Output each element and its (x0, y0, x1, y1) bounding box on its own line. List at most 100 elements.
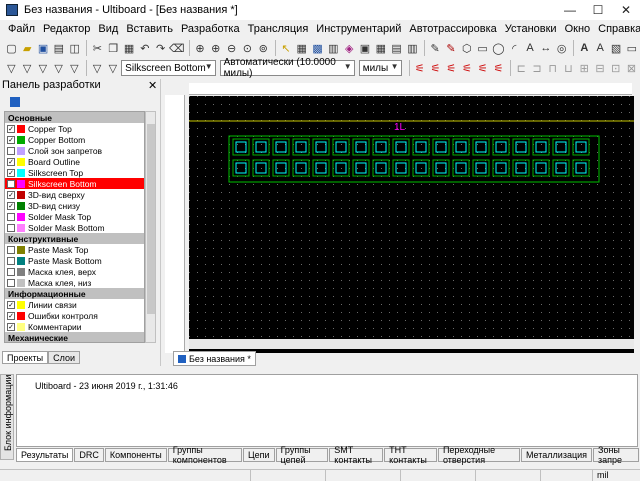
rectangle-icon[interactable]: ▭ (475, 40, 490, 56)
design-hscrollbar[interactable] (189, 339, 634, 349)
grid-select[interactable]: Автоматически (10.0000 милы) ▼ (219, 57, 355, 79)
spreadsheet-icon[interactable]: ▦ (294, 40, 309, 56)
menu-view[interactable]: Вид (94, 23, 122, 35)
dimension-icon[interactable]: ↔ (538, 40, 553, 56)
cut-icon[interactable]: ✂ (90, 40, 105, 56)
results-tab[interactable]: Цепи (242, 448, 275, 462)
layer-visibility-checkbox[interactable] (7, 278, 15, 287)
results-tab[interactable]: Зоны запре (593, 445, 640, 465)
layer-visibility-checkbox[interactable]: ✓ (7, 300, 15, 309)
results-tab[interactable]: SMT контакты (329, 445, 384, 465)
layer-visibility-checkbox[interactable]: ✓ (7, 201, 15, 210)
layer-row[interactable]: Paste Mask Top (5, 244, 144, 255)
paste-icon[interactable]: ▦ (122, 40, 137, 56)
menu-help[interactable]: Справка (594, 23, 640, 35)
copy-icon[interactable]: ❐ (106, 40, 121, 56)
optimize-icon[interactable]: ⚟ (491, 60, 506, 76)
layer-view-icon[interactable]: ▥ (326, 40, 341, 56)
layer-group-header[interactable]: Конструктивные (5, 233, 144, 244)
layer-row[interactable]: ✓ Комментарии (5, 321, 144, 332)
zoom-in-icon[interactable]: ⊕ (208, 40, 223, 56)
zoom-out-icon[interactable]: ⊖ (224, 40, 239, 56)
filter-text-icon[interactable]: ▽ (90, 60, 105, 76)
zoom-area-icon[interactable]: ⊙ (240, 40, 255, 56)
ratsnest-icon[interactable]: ⚟ (412, 60, 427, 76)
layer-row[interactable]: ✓ Линии связи (5, 299, 144, 310)
undo-icon[interactable]: ↶ (137, 40, 152, 56)
align-bottom-icon[interactable]: ⊔ (561, 60, 576, 76)
layer-visibility-checkbox[interactable]: ✓ (7, 311, 15, 320)
layer-visibility-checkbox[interactable]: ✓ (7, 124, 15, 133)
autoroute-icon[interactable]: ⚟ (428, 60, 443, 76)
layer-row[interactable]: ✓ Ошибки контроля (5, 310, 144, 321)
minimize-button[interactable]: — (556, 3, 584, 17)
layer-group-header[interactable]: Основные (5, 112, 144, 123)
units-select[interactable]: милы ▼ (358, 60, 402, 76)
filter-shapes-icon[interactable]: ▽ (105, 60, 120, 76)
zoom-fit-icon[interactable]: ⊚ (256, 40, 271, 56)
layer-row[interactable]: ✓ Silkscreen Top (5, 167, 144, 178)
redo-icon[interactable]: ↷ (153, 40, 168, 56)
new-icon[interactable]: ▢ (4, 40, 19, 56)
close-button[interactable]: ✕ (612, 3, 640, 17)
layer-row[interactable]: Маска клея, низ (5, 277, 144, 288)
layer-row[interactable]: ✓ Board Outline (5, 156, 144, 167)
layer-tree-icon[interactable] (10, 97, 20, 107)
select-pointer-icon[interactable]: ↖ (279, 40, 294, 56)
layer-list-scrollbar[interactable] (145, 111, 156, 343)
layer-visibility-checkbox[interactable] (7, 267, 15, 276)
layer-group-header[interactable]: Механические (5, 332, 144, 342)
document-tab[interactable]: Без названия * (173, 351, 256, 366)
menu-design[interactable]: Разработка (177, 23, 244, 35)
layer-row[interactable]: Слой зон запретов (5, 145, 144, 156)
layer-row[interactable]: ✓ Copper Bottom (5, 134, 144, 145)
layer-visibility-checkbox[interactable]: ✓ (7, 179, 15, 188)
layer-visibility-checkbox[interactable]: ✓ (7, 190, 15, 199)
menu-edit[interactable]: Редактор (39, 23, 94, 35)
results-tab[interactable]: THT контакты (384, 445, 437, 465)
results-tab[interactable]: Группы компонентов (167, 445, 242, 465)
print-preview-icon[interactable]: ◫ (67, 40, 82, 56)
layer-visibility-checkbox[interactable] (7, 245, 15, 254)
align-left-icon[interactable]: ⊏ (514, 60, 529, 76)
tab-projects[interactable]: Проекты (2, 351, 49, 364)
delete-icon[interactable]: ⌫ (169, 40, 185, 56)
layer-visibility-checkbox[interactable]: ✓ (7, 322, 15, 331)
layer-row[interactable]: Paste Mask Bottom (5, 255, 144, 266)
layer-row[interactable]: Маска клея, верх (5, 266, 144, 277)
results-tab[interactable]: Результаты (16, 448, 74, 462)
layer-visibility-checkbox[interactable] (7, 146, 15, 155)
parts-placement-icon[interactable]: ▤ (389, 40, 404, 56)
via-icon[interactable]: ◎ (554, 40, 569, 56)
database-icon[interactable]: ▥ (405, 40, 420, 56)
results-tab[interactable]: Переходные отверстия (437, 445, 520, 465)
menu-insert[interactable]: Вставить (122, 23, 177, 35)
results-tab[interactable]: Компоненты (104, 448, 167, 462)
filter-parts-icon[interactable]: ▽ (20, 60, 35, 76)
match-size-icon[interactable]: ⊠ (624, 60, 639, 76)
menu-transfer[interactable]: Трансляция (244, 23, 313, 35)
arc-icon[interactable]: ◜ (507, 40, 522, 56)
design-toolbox-icon[interactable]: ▩ (310, 40, 325, 56)
filter-pads-icon[interactable]: ▽ (51, 60, 66, 76)
layer-row[interactable]: ✓ Silkscreen Bottom (5, 178, 144, 189)
route-net-icon[interactable]: ⚟ (444, 60, 459, 76)
menu-file[interactable]: Файл (4, 23, 39, 35)
results-tab[interactable]: Группы цепей (275, 445, 329, 465)
layer-visibility-checkbox[interactable] (7, 223, 15, 232)
layer-select[interactable]: Silkscreen Bottom ▼ (121, 60, 216, 76)
layer-row[interactable]: ✓ Copper Top (5, 123, 144, 134)
save-icon[interactable]: ▣ (36, 40, 51, 56)
part-icon[interactable]: ▣ (358, 40, 373, 56)
filter-vias-icon[interactable]: ▽ (67, 60, 82, 76)
layer-visibility-checkbox[interactable]: ✓ (7, 168, 15, 177)
results-tab[interactable]: Металлизация (520, 448, 593, 462)
frame-icon[interactable]: ▭ (624, 40, 639, 56)
layer-row[interactable]: Solder Mask Top (5, 211, 144, 222)
layer-row[interactable]: ✓ 3D-вид снизу (5, 200, 144, 211)
space-icon[interactable]: ⊟ (593, 60, 608, 76)
menu-autoroute[interactable]: Автотрассировка (405, 23, 500, 35)
close-icon[interactable]: ✕ (148, 79, 157, 92)
zoom-icon[interactable]: ⊕ (193, 40, 208, 56)
filter-traces-icon[interactable]: ▽ (36, 60, 51, 76)
